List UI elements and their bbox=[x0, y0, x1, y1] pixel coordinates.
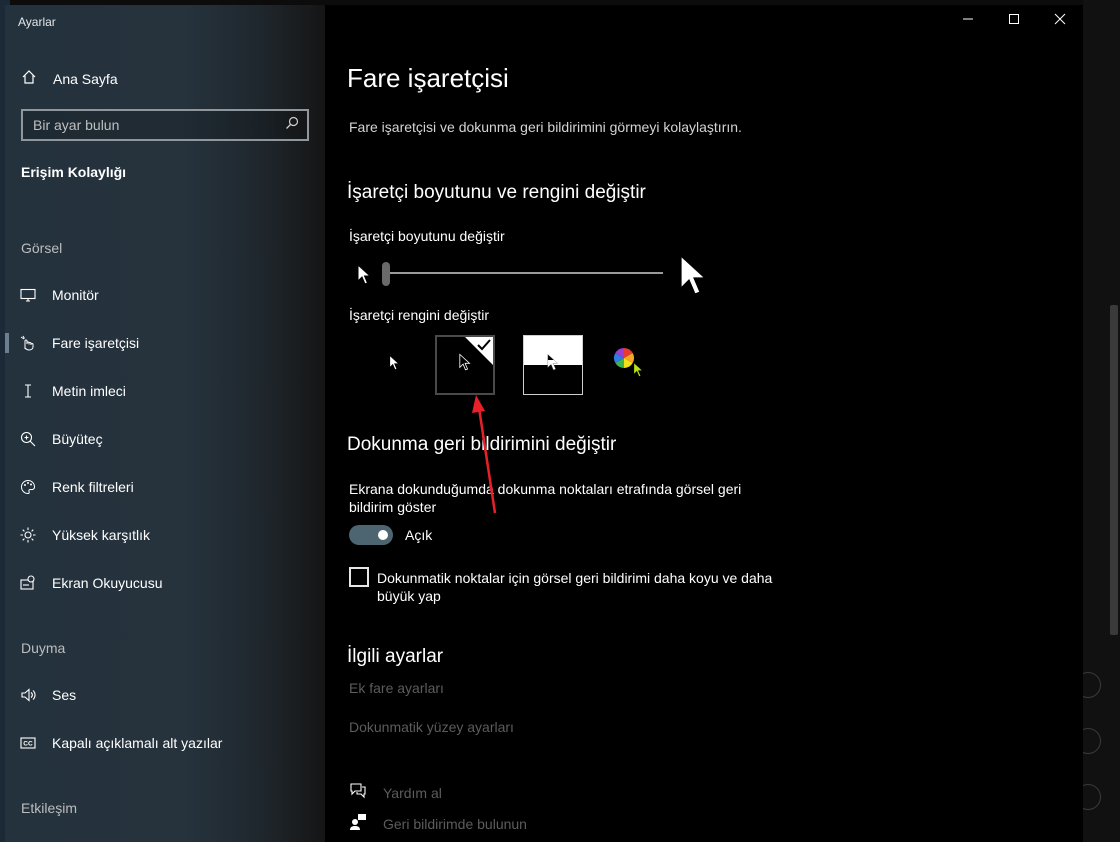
page-description: Fare işaretçisi ve dokunma geri bildirim… bbox=[349, 119, 742, 135]
additional-mouse-settings-link[interactable]: Ek fare ayarları bbox=[349, 680, 444, 696]
home-label: Ana Sayfa bbox=[53, 71, 118, 87]
section-title: Erişim Kolaylığı bbox=[21, 164, 127, 180]
feedback-icon bbox=[349, 813, 367, 836]
pointer-size-color-heading: İşaretçi boyutunu ve rengini değiştir bbox=[347, 182, 646, 203]
color-wheel-icon bbox=[613, 347, 635, 374]
touch-feedback-toggle[interactable] bbox=[349, 525, 393, 545]
get-help-label: Yardım al bbox=[383, 785, 442, 801]
related-settings-heading: İlgili ayarlar bbox=[347, 646, 444, 667]
narrator-icon bbox=[20, 575, 36, 591]
sidebar-item-high-contrast[interactable]: Yüksek karşıtlık bbox=[5, 513, 325, 557]
group-title-interaction: Etkileşim bbox=[21, 800, 78, 816]
custom-pointer-icon bbox=[633, 361, 645, 384]
sidebar-item-mouse-pointer[interactable]: Fare işaretçisi bbox=[5, 321, 325, 365]
pointer-size-label: İşaretçi boyutunu değiştir bbox=[349, 228, 505, 244]
help-chat-icon bbox=[349, 782, 367, 805]
toggle-knob bbox=[378, 530, 388, 540]
settings-search-box[interactable] bbox=[21, 109, 309, 141]
darker-feedback-checkbox[interactable] bbox=[349, 567, 369, 587]
background-window-right bbox=[1075, 0, 1120, 842]
svg-text:CC: CC bbox=[23, 741, 33, 748]
home-nav-item[interactable]: Ana Sayfa bbox=[21, 67, 118, 91]
magnifier-icon bbox=[20, 431, 36, 447]
palette-icon bbox=[20, 479, 36, 495]
darker-feedback-checkbox-label: Dokunmatik noktalar için görsel geri bil… bbox=[377, 570, 773, 604]
monitor-icon bbox=[20, 287, 36, 303]
app-title: Ayarlar bbox=[18, 15, 56, 29]
search-icon[interactable] bbox=[285, 116, 299, 135]
search-input[interactable] bbox=[33, 117, 273, 133]
sun-icon bbox=[20, 527, 36, 543]
sidebar-item-label: Yüksek karşıtlık bbox=[52, 527, 151, 543]
touch-feedback-description: Ekrana dokunduğumda dokunma noktaları et… bbox=[349, 481, 742, 515]
pointer-size-slider-thumb[interactable] bbox=[382, 262, 390, 286]
main-content: Fare işaretçisi Fare işaretçisi ve dokun… bbox=[325, 5, 1083, 842]
speaker-icon bbox=[20, 687, 36, 703]
group-title-visual: Görsel bbox=[21, 240, 63, 256]
touchpad-settings-link[interactable]: Dokunmatik yüzey ayarları bbox=[349, 719, 514, 735]
white-pointer-icon bbox=[389, 354, 401, 377]
sidebar-item-label: Ekran Okuyucusu bbox=[52, 575, 163, 591]
sidebar-item-label: Renk filtreleri bbox=[52, 479, 134, 495]
text-cursor-icon bbox=[20, 383, 36, 399]
sidebar-item-label: Kapalı açıklamalı alt yazılar bbox=[52, 735, 223, 751]
mouse-pointer-icon bbox=[20, 335, 36, 351]
give-feedback-link[interactable]: Geri bildirimde bulunun bbox=[349, 813, 527, 835]
give-feedback-label: Geri bildirimde bulunun bbox=[383, 816, 527, 832]
sidebar-item-label: Monitör bbox=[52, 287, 99, 303]
background-scrollbar bbox=[1110, 305, 1118, 635]
sidebar-item-closed-captions[interactable]: CC Kapalı açıklamalı alt yazılar bbox=[5, 721, 325, 765]
toggle-state-label: Açık bbox=[405, 527, 433, 543]
settings-window: Ayarlar Ana Sayfa Erişim Kolaylığı Görse… bbox=[5, 5, 1083, 842]
sidebar-item-text-cursor[interactable]: Metin imleci bbox=[5, 369, 325, 413]
sidebar-item-label: Ses bbox=[52, 687, 77, 703]
pointer-color-black-option[interactable] bbox=[435, 335, 495, 395]
sidebar-item-label: Fare işaretçisi bbox=[52, 335, 140, 351]
large-pointer-icon bbox=[679, 252, 711, 305]
sidebar-item-audio[interactable]: Ses bbox=[5, 673, 325, 717]
pointer-color-inverted-option[interactable] bbox=[523, 335, 583, 395]
sidebar-item-label: Metin imleci bbox=[52, 383, 126, 399]
home-icon bbox=[21, 69, 37, 90]
pointer-color-custom-option[interactable] bbox=[603, 335, 663, 395]
get-help-link[interactable]: Yardım al bbox=[349, 782, 442, 804]
page-title: Fare işaretçisi bbox=[347, 63, 509, 93]
checkmark-icon bbox=[477, 338, 491, 356]
pointer-size-slider-track[interactable] bbox=[389, 272, 663, 274]
inverted-pointer-icon bbox=[547, 353, 560, 377]
pointer-color-label: İşaretçi rengini değiştir bbox=[349, 307, 490, 323]
sidebar-item-label: Büyüteç bbox=[52, 431, 103, 447]
group-title-hearing: Duyma bbox=[21, 640, 66, 656]
sidebar-item-narrator[interactable]: Ekran Okuyucusu bbox=[5, 561, 325, 605]
sidebar-item-monitor[interactable]: Monitör bbox=[5, 273, 325, 317]
pointer-color-white-option[interactable] bbox=[365, 335, 425, 395]
touch-feedback-heading: Dokunma geri bildirimini değiştir bbox=[347, 434, 617, 455]
closed-caption-icon: CC bbox=[20, 735, 36, 751]
sidebar: Ayarlar Ana Sayfa Erişim Kolaylığı Görse… bbox=[5, 5, 325, 842]
small-pointer-icon bbox=[357, 263, 373, 291]
sidebar-item-color-filters[interactable]: Renk filtreleri bbox=[5, 465, 325, 509]
sidebar-item-magnifier[interactable]: Büyüteç bbox=[5, 417, 325, 461]
